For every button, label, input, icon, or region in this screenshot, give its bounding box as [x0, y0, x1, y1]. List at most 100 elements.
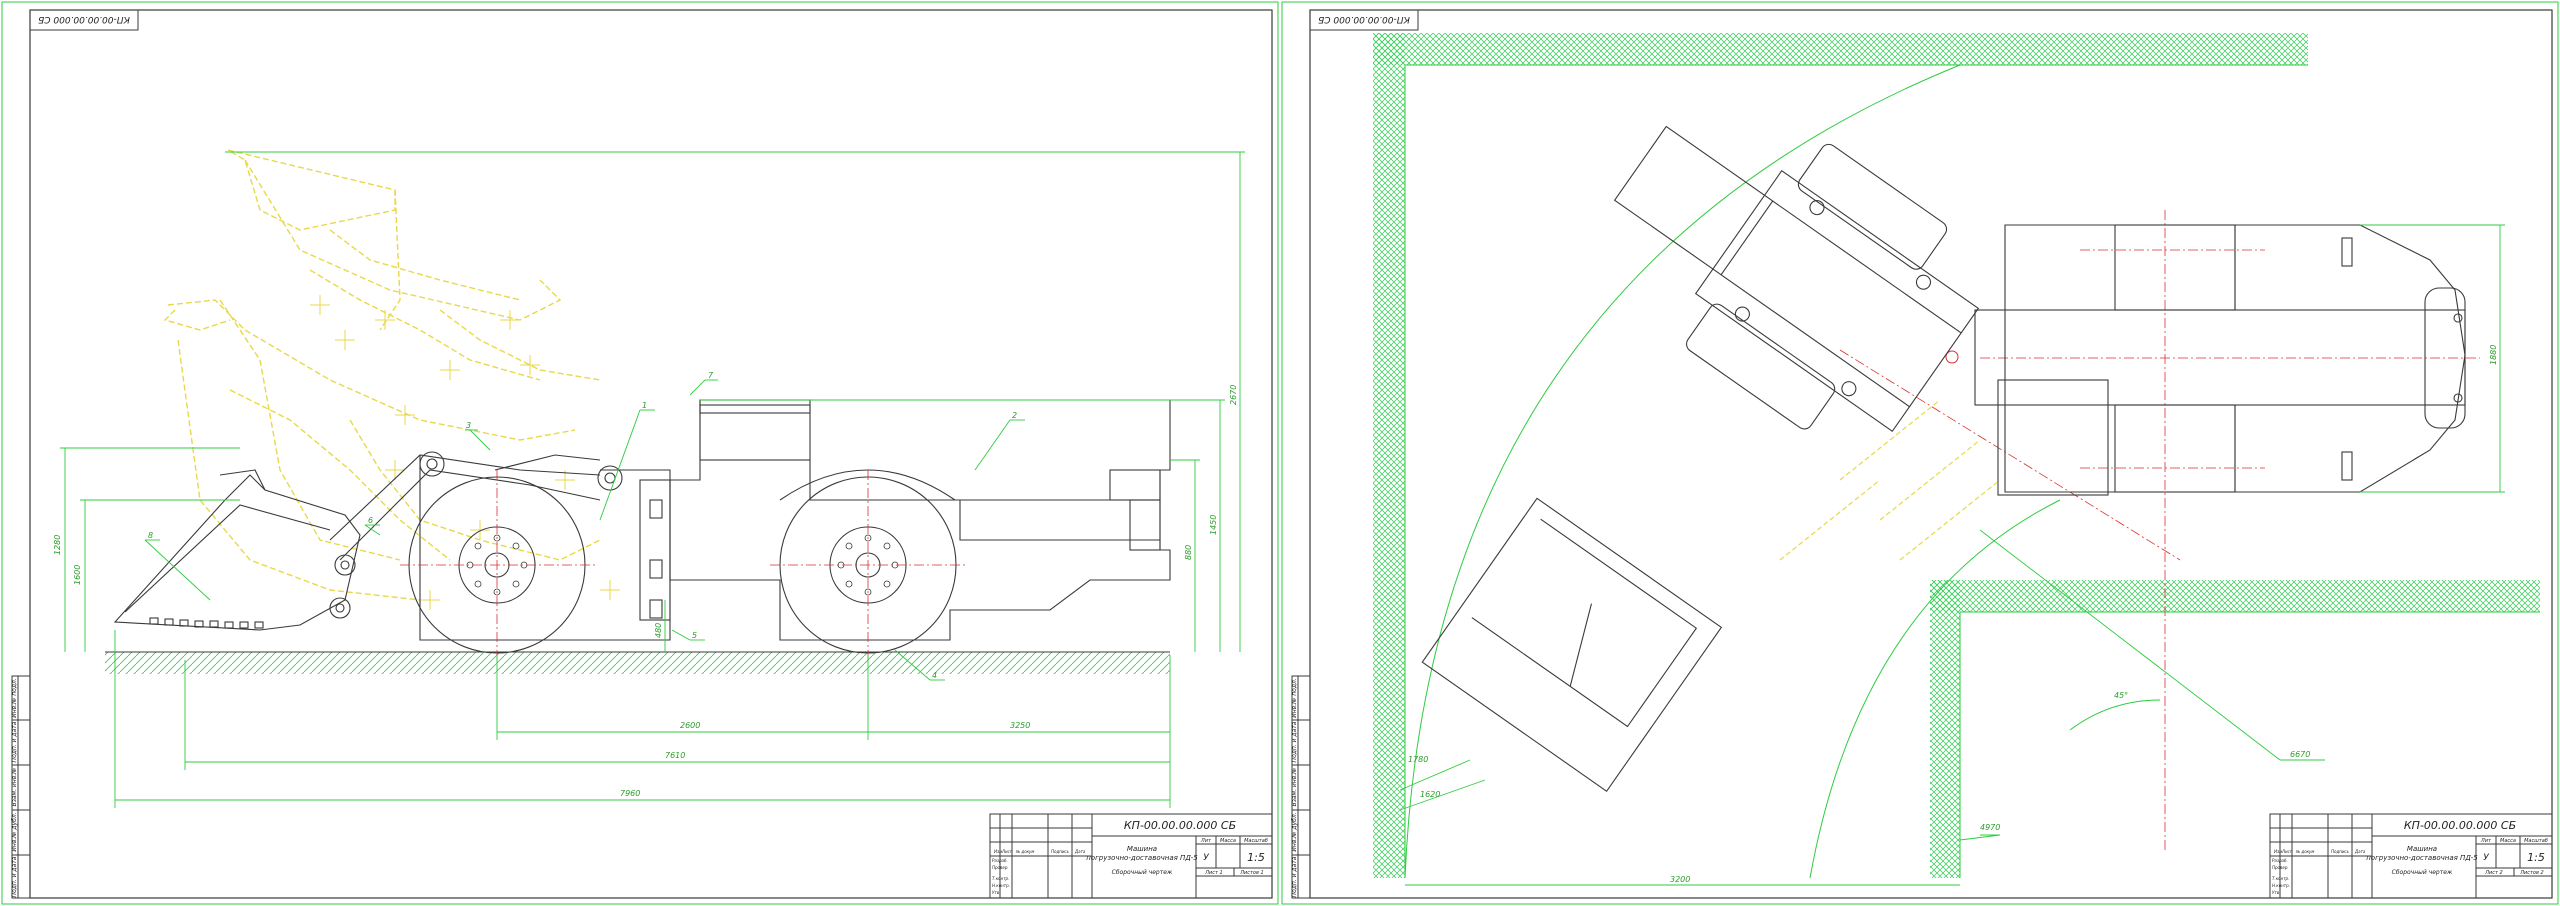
side-stamp-1: Инв.№ подл.: [1291, 678, 1298, 718]
ground: [105, 651, 1170, 674]
title-scale: 1:5: [1247, 851, 1265, 864]
title-row-izm: Изм: [994, 849, 1002, 854]
dim-angle: 45°: [2114, 691, 2128, 700]
title-header-mass: Масса: [1220, 838, 1236, 844]
side-stamp-5: Подп. и дата: [11, 856, 18, 897]
side-stamp-2: Подп. и дата: [1291, 721, 1298, 762]
bucket-top: [1421, 497, 1723, 792]
bucket: [113, 474, 361, 631]
title-name-3: Сборочный чертеж: [1112, 869, 1173, 876]
title-row-list: Лист: [2281, 849, 2293, 854]
leader-4: 6: [368, 516, 373, 525]
title-person-5: Утв.: [992, 890, 1000, 895]
turn-view-drawing: КП-00.00.00.000 СБ Инв.№ подл. Подп. и д…: [1281, 1, 2559, 905]
leader-2: 2: [1012, 411, 1017, 420]
title-name-1: Машина: [2407, 845, 2437, 853]
phantom-pivots: [310, 295, 620, 610]
dim-3200: 3200: [1670, 875, 1690, 884]
title-sheets: Листов 1: [1239, 870, 1263, 876]
title-person-2: Провер.: [992, 865, 1009, 870]
side-stamp-1: Инв.№ подл.: [11, 678, 18, 718]
title-person-3: Т.контр.: [992, 876, 1009, 881]
title-block-text: КП-00.00.00.000 СБ Машина погрузочно-дос…: [2272, 819, 2548, 895]
title-person-2: Провер.: [2272, 865, 2289, 870]
side-stamp-3: Взам. инв.№: [1291, 768, 1298, 807]
title-header-mass: Масса: [2500, 838, 2516, 844]
side-stamp-2: Подп. и дата: [11, 721, 18, 762]
leader-numbers: 8 2 3 6 4 5 7 1: [148, 371, 1017, 680]
leader-6: 5: [692, 631, 697, 640]
side-stamp-4: Инв.№ дубл.: [1291, 812, 1298, 851]
side-view-drawing: КП-00.00.00.000 СБ Инв.№ подл. Подп. и д…: [1, 1, 1279, 905]
title-person-5: Утв.: [2272, 890, 2280, 895]
turning-arcs: [1404, 64, 2061, 879]
title-person-3: Т.контр.: [2272, 876, 2289, 881]
title-doc-code: КП-00.00.00.000 СБ: [1124, 819, 1236, 832]
title-person-4: Н.контр.: [2272, 883, 2290, 888]
title-scale: 1:5: [2527, 851, 2545, 864]
outer-frame: [1, 1, 1279, 905]
drawing-sheet-turn-view: КП-00.00.00.000 СБ Инв.№ подл. Подп. и д…: [1280, 0, 2560, 906]
inner-frame: [29, 9, 1273, 899]
dim-1880: 1880: [2489, 345, 2498, 365]
dim-6670: 6670: [2290, 750, 2310, 759]
title-header-lit: Лит: [1200, 838, 1212, 844]
leader-5: 4: [932, 671, 937, 680]
corner-code: КП-00.00.00.000 СБ: [1318, 14, 1410, 24]
dim-1780: 1780: [1408, 755, 1428, 764]
tunnel-walls: [1373, 33, 2540, 878]
title-person-1: Разраб.: [992, 858, 1008, 863]
title-row-doc: № докум: [2295, 849, 2314, 854]
dim-1600: 1600: [73, 565, 82, 585]
title-header-lit: Лит: [2480, 838, 2492, 844]
title-doc-code: КП-00.00.00.000 СБ: [2404, 819, 2516, 832]
dim-3250: 3250: [1010, 721, 1030, 730]
dim-880: 880: [1184, 545, 1193, 560]
dim-4970: 4970: [1980, 823, 2000, 832]
title-sheets: Листов 2: [2519, 870, 2543, 876]
title-row-date: Дата: [2354, 849, 2366, 854]
dim-1280: 1280: [53, 535, 62, 555]
side-stamps: Инв.№ подл. Подп. и дата Взам. инв.№ Инв…: [1291, 675, 1311, 899]
title-header-scale: Масштаб: [2524, 838, 2548, 844]
title-row-date: Дата: [1074, 849, 1086, 854]
title-sheet: Лист 2: [2484, 870, 2502, 876]
dim-2600: 2600: [680, 721, 700, 730]
title-lit: У: [2483, 853, 2489, 863]
drawing-sheet-side-view: КП-00.00.00.000 СБ Инв.№ подл. Подп. и д…: [0, 0, 1280, 906]
leader-1: 8: [148, 531, 153, 540]
leader-8: 1: [642, 401, 647, 410]
rear-frame: [1974, 224, 2466, 496]
title-person-4: Н.контр.: [992, 883, 1010, 888]
front-frame: [1613, 125, 1980, 433]
dim-7610: 7610: [665, 751, 685, 760]
title-name-2: погрузочно-доставочная ПД-5: [1086, 854, 1198, 862]
title-name-3: Сборочный чертеж: [2392, 869, 2453, 876]
side-stamps: Инв.№ подл. Подп. и дата Взам. инв.№ Инв…: [11, 675, 31, 899]
leader-3: 3: [466, 421, 471, 430]
title-row-sign: Подпись: [2331, 849, 2350, 854]
title-name-2: погрузочно-доставочная ПД-5: [2366, 854, 2478, 862]
loader-machine-side: [113, 399, 1171, 654]
corner-code: КП-00.00.00.000 СБ: [38, 14, 130, 24]
side-stamp-3: Взам. инв.№: [11, 768, 18, 807]
dim-480: 480: [654, 623, 663, 638]
dimension-values: 2600 3250 7610 7960 1280 1600 2670 1450 …: [53, 385, 1238, 798]
side-stamp-4: Инв.№ дубл.: [11, 812, 18, 851]
dim-1450: 1450: [1209, 515, 1218, 535]
title-row-list: Лист: [1001, 849, 1013, 854]
dim-7960: 7960: [620, 789, 640, 798]
title-name-1: Машина: [1127, 845, 1157, 853]
title-person-1: Разраб.: [2272, 858, 2288, 863]
leader-7: 7: [708, 371, 714, 380]
outer-frame: [1281, 1, 2559, 905]
title-lit: У: [1203, 853, 1209, 863]
title-block-text: КП-00.00.00.000 СБ Машина погрузочно-дос…: [992, 819, 1268, 895]
title-sheet: Лист 1: [1204, 870, 1222, 876]
title-row-sign: Подпись: [1051, 849, 1070, 854]
phantom-positions: [163, 149, 601, 601]
side-stamp-5: Подп. и дата: [1291, 856, 1298, 897]
phantom-cylinders: [1779, 399, 2001, 561]
title-row-doc: № докум: [1015, 849, 1034, 854]
dim-2670: 2670: [1229, 385, 1238, 405]
